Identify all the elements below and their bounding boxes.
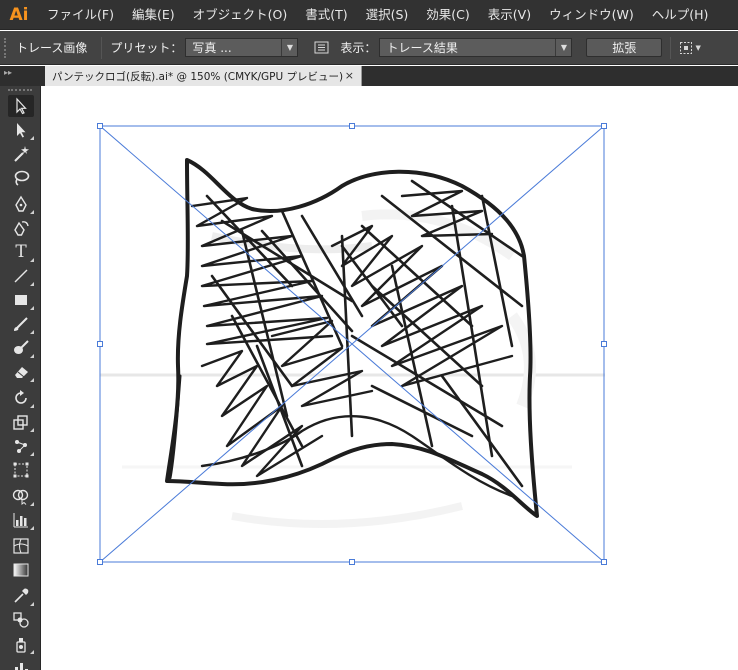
menu-edit[interactable]: 編集(E): [123, 0, 184, 30]
menu-select[interactable]: 選択(S): [357, 0, 418, 30]
divider: [101, 36, 103, 59]
document-tab-strip: ▸▸ パンテックロゴ(反転).ai* @ 150% (CMYK/GPU プレビュ…: [0, 66, 738, 86]
handle-top-left: [97, 123, 103, 129]
handle-middle-right: [601, 341, 607, 347]
handle-bottom-left: [97, 559, 103, 565]
chevron-down-icon: ▼: [555, 39, 571, 56]
tools-panel: T: [0, 86, 41, 670]
illustrator-logo-icon: Ai: [9, 4, 29, 25]
menu-bar: Ai ファイル(F) 編集(E) オブジェクト(O) 書式(T) 選択(S) 効…: [0, 0, 738, 30]
handle-top-right: [601, 123, 607, 129]
collapse-panels-icon[interactable]: ▸▸: [4, 68, 12, 77]
expand-button[interactable]: 拡張: [586, 38, 663, 57]
menu-type[interactable]: 書式(T): [296, 0, 356, 30]
menu-effect[interactable]: 効果(C): [417, 0, 478, 30]
symbol-sprayer-tool-icon[interactable]: [8, 633, 34, 655]
rectangle-tool-icon[interactable]: [8, 289, 34, 311]
document-tab[interactable]: パンテックロゴ(反転).ai* @ 150% (CMYK/GPU プレビュー) …: [45, 66, 362, 86]
control-bar: トレース画像 プリセット： 写真 ... ▼ 表示： トレース結果 ▼ 拡張 ▼: [0, 31, 738, 65]
column-graph-tool-icon[interactable]: [8, 657, 34, 670]
menu-view[interactable]: 表示(V): [479, 0, 540, 30]
divider: [670, 36, 672, 59]
menu-help[interactable]: ヘルプ(H): [643, 0, 718, 30]
preset-dropdown[interactable]: 写真 ... ▼: [185, 38, 299, 57]
align-grid-icon: [680, 41, 693, 54]
blob-brush-tool-icon[interactable]: [8, 337, 34, 359]
document-tab-title: パンテックロゴ(反転).ai* @ 150% (CMYK/GPU プレビュー): [52, 70, 344, 83]
paintbrush-tool-icon[interactable]: [8, 313, 34, 335]
type-tool-icon[interactable]: T: [8, 241, 34, 263]
eyedropper-tool-icon[interactable]: [8, 585, 34, 607]
selection-tool-icon[interactable]: [8, 95, 34, 117]
view-dropdown[interactable]: トレース結果 ▼: [379, 38, 573, 57]
scale-tool-icon[interactable]: [8, 411, 34, 433]
line-segment-tool-icon[interactable]: [8, 265, 34, 287]
panel-title-label: トレース画像: [16, 41, 88, 55]
traced-sketch[interactable]: [165, 158, 539, 518]
direct-selection-tool-icon[interactable]: [8, 119, 34, 141]
menu-object[interactable]: オブジェクト(O): [184, 0, 297, 30]
lasso-tool-icon[interactable]: [8, 167, 34, 189]
menu-window[interactable]: ウィンドウ(W): [540, 0, 643, 30]
puppet-warp-tool-icon[interactable]: [8, 435, 34, 457]
tools-panel-grip[interactable]: [8, 89, 32, 92]
handle-top-center: [349, 123, 355, 129]
chevron-down-icon: ▼: [695, 43, 701, 52]
view-label: 表示：: [340, 41, 377, 55]
free-transform-tool-icon[interactable]: [8, 459, 34, 481]
view-value: トレース結果: [386, 41, 458, 55]
type-tool-glyph: T: [15, 242, 27, 262]
menu-file[interactable]: ファイル(F): [38, 0, 123, 30]
shape-builder-tool-icon[interactable]: [8, 485, 34, 507]
preset-value: 写真 ...: [192, 41, 232, 55]
control-bar-grip[interactable]: [4, 37, 10, 58]
trace-panel-icon[interactable]: [314, 41, 330, 55]
chevron-down-icon: ▼: [281, 39, 297, 56]
close-icon[interactable]: ×: [345, 69, 354, 82]
handle-middle-left: [97, 341, 103, 347]
align-options-button[interactable]: ▼: [679, 41, 701, 55]
handle-bottom-right: [601, 559, 607, 565]
rotate-tool-icon[interactable]: [8, 387, 34, 409]
blend-tool-icon[interactable]: [8, 609, 34, 631]
preset-label: プリセット：: [110, 41, 183, 55]
gradient-tool-icon[interactable]: [8, 559, 34, 581]
document-canvas[interactable]: [42, 86, 738, 670]
pen-tool-icon[interactable]: [8, 193, 34, 215]
artboard[interactable]: [42, 86, 738, 670]
magic-wand-tool-icon[interactable]: [8, 143, 34, 165]
mesh-tool-icon[interactable]: [8, 535, 34, 557]
graph-tool-icon[interactable]: [8, 509, 34, 531]
curvature-tool-icon[interactable]: [8, 217, 34, 239]
handle-bottom-center: [349, 559, 355, 565]
eraser-tool-icon[interactable]: [8, 361, 34, 383]
